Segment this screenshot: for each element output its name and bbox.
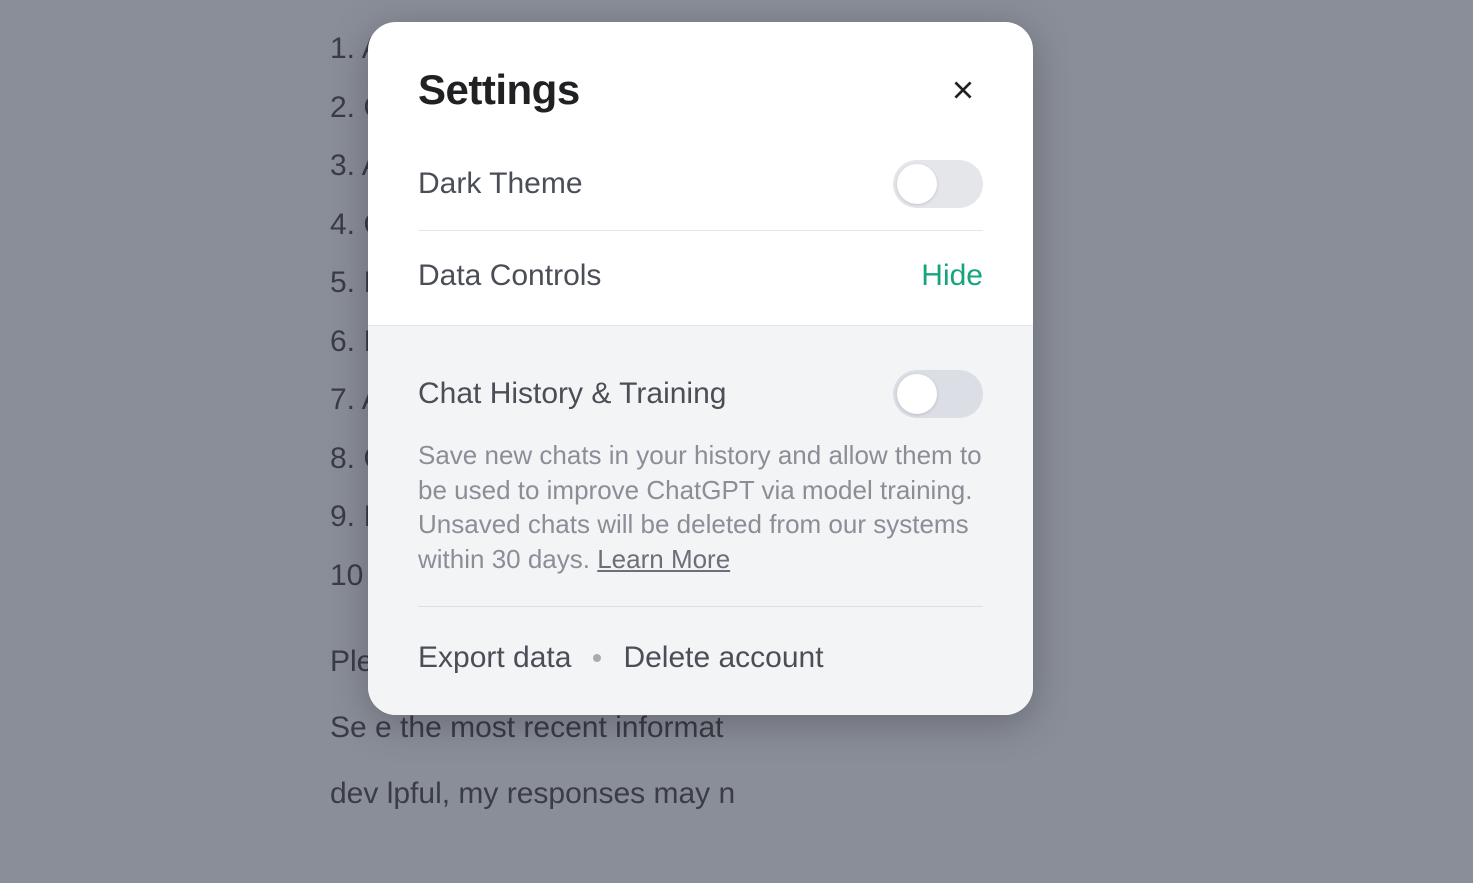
hide-button[interactable]: Hide bbox=[921, 259, 983, 293]
export-data-button[interactable]: Export data bbox=[418, 641, 571, 675]
chat-history-description: Save new chats in your history and allow… bbox=[368, 438, 1033, 596]
data-controls-row: Data Controls Hide bbox=[368, 231, 1033, 325]
close-button[interactable] bbox=[943, 70, 983, 110]
modal-header: Settings bbox=[368, 22, 1033, 138]
chat-history-row: Chat History & Training bbox=[368, 326, 1033, 438]
dark-theme-toggle[interactable] bbox=[893, 160, 983, 208]
chat-history-label: Chat History & Training bbox=[418, 377, 726, 411]
chat-history-toggle[interactable] bbox=[893, 370, 983, 418]
close-icon bbox=[950, 77, 976, 103]
data-controls-label: Data Controls bbox=[418, 259, 601, 293]
toggle-thumb bbox=[897, 164, 937, 204]
delete-account-button[interactable]: Delete account bbox=[623, 641, 823, 675]
action-row: Export data Delete account bbox=[368, 607, 1033, 685]
dark-theme-label: Dark Theme bbox=[418, 167, 583, 201]
separator-dot bbox=[593, 654, 601, 662]
toggle-thumb bbox=[897, 374, 937, 414]
dark-theme-row: Dark Theme bbox=[368, 138, 1033, 230]
modal-title: Settings bbox=[418, 66, 580, 114]
settings-modal: Settings Dark Theme Data Controls Hide C… bbox=[368, 22, 1033, 715]
learn-more-link[interactable]: Learn More bbox=[597, 544, 730, 574]
data-controls-section: Chat History & Training Save new chats i… bbox=[368, 325, 1033, 715]
